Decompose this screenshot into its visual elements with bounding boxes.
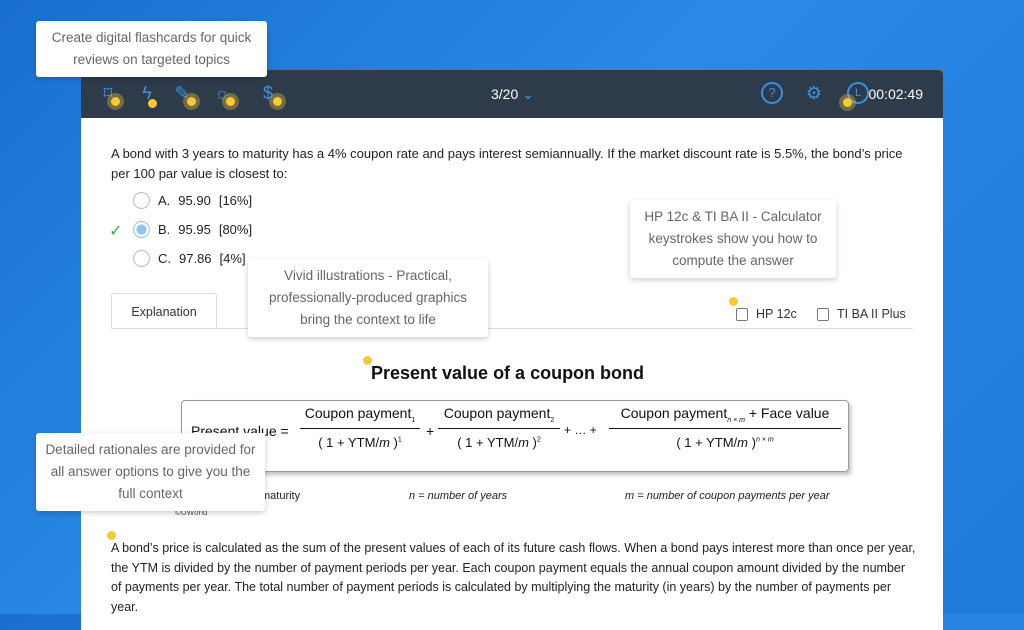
plus: + [426, 423, 435, 439]
option-value: 95.95 [178, 222, 211, 237]
calc-label: TI BA II Plus [837, 307, 906, 321]
option-value: 97.86 [179, 251, 212, 266]
radio[interactable] [133, 192, 150, 209]
calculator-icon [817, 307, 829, 321]
highlight-dot [226, 97, 235, 106]
calculator-icon [736, 307, 748, 321]
timer: 00:02:49 [868, 86, 924, 102]
settings-icon[interactable]: ⚙ [803, 82, 825, 104]
legend-m: m = number of coupon payments per year [625, 490, 830, 502]
tooltip-illustrations: Vivid illustrations - Practical, profess… [248, 259, 488, 337]
term-1: Coupon payment1 ( 1 + YTM/m )1 [300, 405, 420, 450]
question-counter[interactable]: 3/20 ⌄ [491, 86, 534, 103]
highlight-dot [111, 97, 120, 106]
radio[interactable] [133, 250, 150, 267]
calc-label: HP 12c [756, 307, 797, 321]
figure-title: Present value of a coupon bond [371, 363, 645, 383]
question-text: A bond with 3 years to maturity has a 4%… [111, 146, 903, 181]
option-percent: [80%] [218, 222, 253, 237]
counter-text: 3/20 [491, 86, 519, 102]
term-n: Coupon paymentn × m + Face value ( 1 + Y… [609, 405, 841, 450]
help-icon[interactable]: ? [761, 82, 783, 104]
answer-option-a[interactable]: A. 95.90 [16%] [133, 192, 252, 209]
tooltip-calculator: HP 12c & TI BA II - Calculator keystroke… [630, 200, 836, 278]
radio[interactable] [133, 221, 150, 238]
answer-option-c[interactable]: C. 97.86 [4%] [133, 250, 246, 267]
highlight-dot [148, 99, 157, 108]
formula-figure: Present value = Coupon payment1 ( 1 + YT… [181, 400, 849, 472]
legend-n: n = number of years [409, 490, 508, 502]
option-value: 95.90 [178, 193, 211, 208]
chevron-down-icon: ⌄ [522, 86, 534, 102]
answer-option-b[interactable]: B. 95.95 [80%] [133, 221, 252, 238]
tab-explanation[interactable]: Explanation [111, 293, 217, 329]
term-2: Coupon payment2 ( 1 + YTM/m )2 [438, 405, 560, 450]
highlight-dot [107, 531, 116, 540]
checkmark-icon: ✓ [109, 223, 123, 240]
tooltip-rationales: Detailed rationales are provided for all… [36, 433, 265, 511]
tooltip-flashcards: Create digital flashcards for quick revi… [36, 21, 267, 77]
option-letter: A. [158, 193, 171, 208]
hp12c-button[interactable]: HP 12c [736, 307, 797, 321]
option-letter: B. [158, 222, 171, 237]
highlight-dot [729, 297, 738, 306]
app-window: ⌑ ϟ ✎ ☼ $ 3/20 ⌄ ? ⚙ L 00:02:49 A bond wi… [81, 70, 943, 630]
ellipsis: + … + [564, 423, 597, 437]
ti-ba-button[interactable]: TI BA II Plus [817, 307, 906, 321]
highlight-dot [187, 97, 196, 106]
option-letter: C. [158, 251, 171, 266]
toolbar: ⌑ ϟ ✎ ☼ $ 3/20 ⌄ ? ⚙ L 00:02:49 [81, 70, 943, 118]
divider [111, 328, 913, 329]
explanation-paragraph: A bond’s price is calculated as the sum … [111, 541, 916, 614]
option-percent: [16%] [218, 193, 253, 208]
legend-maturity: maturity [261, 490, 301, 502]
option-percent: [4%] [219, 251, 246, 266]
highlight-dot [843, 98, 852, 107]
highlight-dot [273, 97, 282, 106]
highlight-dot [363, 356, 372, 365]
